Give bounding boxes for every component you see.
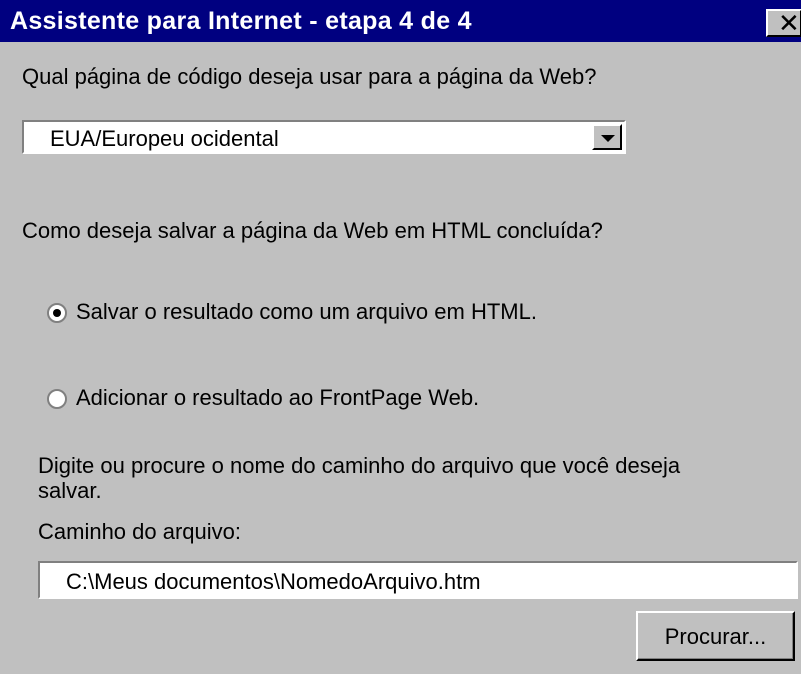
chevron-down-icon: [601, 135, 615, 142]
file-path-input[interactable]: C:\Meus documentos\NomedoArquivo.htm: [38, 561, 798, 599]
radio-add-frontpage-label[interactable]: Adicionar o resultado ao FrontPage Web.: [76, 385, 479, 411]
file-path-value: C:\Meus documentos\NomedoArquivo.htm: [66, 569, 481, 594]
title-bar[interactable]: Assistente para Internet - etapa 4 de 4 …: [0, 0, 801, 42]
path-instructions-line2: salvar.: [38, 478, 102, 503]
path-instructions-line1: Digite ou procure o nome do caminho do a…: [38, 453, 681, 478]
radio-selected-dot: [53, 309, 61, 317]
path-field-label: Caminho do arquivo:: [38, 519, 242, 544]
codepage-selected-value: EUA/Europeu ocidental: [50, 126, 279, 151]
dropdown-button[interactable]: [592, 124, 622, 150]
window-title: Assistente para Internet - etapa 4 de 4: [10, 7, 472, 35]
close-icon: ✕: [778, 8, 800, 38]
browse-button-label: Procurar...: [664, 624, 767, 649]
radio-save-html[interactable]: [47, 303, 67, 323]
save-question: Como deseja salvar a página da Web em HT…: [22, 218, 603, 243]
codepage-question: Qual página de código deseja usar para a…: [22, 64, 597, 89]
close-button[interactable]: ✕: [766, 9, 801, 37]
codepage-select[interactable]: EUA/Europeu ocidental: [22, 120, 626, 154]
wizard-dialog: Assistente para Internet - etapa 4 de 4 …: [0, 0, 801, 674]
browse-button[interactable]: Procurar...: [636, 611, 795, 661]
radio-save-html-label[interactable]: Salvar o resultado como um arquivo em HT…: [76, 299, 537, 325]
radio-add-frontpage[interactable]: [47, 389, 67, 409]
